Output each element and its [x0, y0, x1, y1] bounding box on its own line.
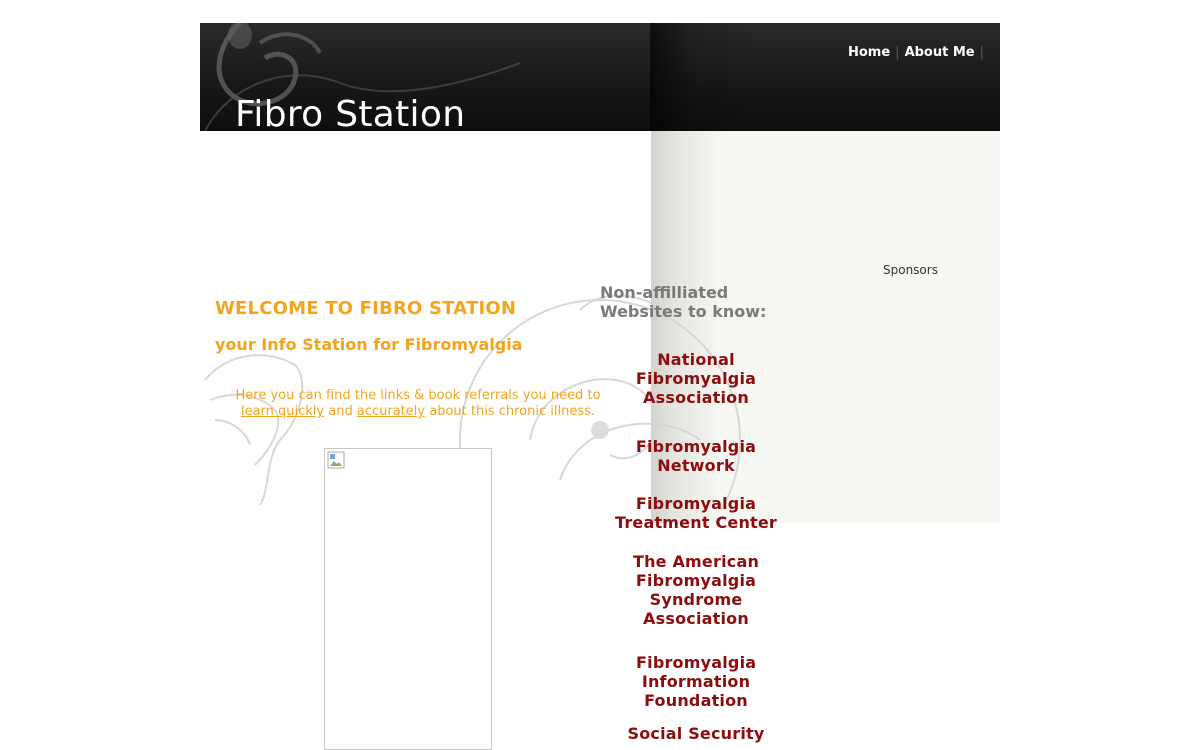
nav-separator: |: [895, 45, 900, 60]
intro-paragraph: Here you can find the links & book refer…: [218, 388, 618, 420]
welcome-heading: WELCOME TO FIBRO STATION: [215, 298, 517, 319]
link-fibromyalgia-network[interactable]: Fibromyalgia Network: [596, 437, 796, 475]
link-american-fibromyalgia-syndrome-association[interactable]: The American Fibromyalgia Syndrome Assoc…: [596, 552, 796, 628]
header-shade: [650, 23, 1000, 131]
page-wrapper: Fibro Station Home | About Me | Sponsors…: [200, 0, 1000, 750]
sponsors-label: Sponsors: [883, 263, 938, 277]
intro-text-mid: and: [328, 404, 353, 419]
intro-text-before: Here you can find the links & book refer…: [235, 388, 601, 403]
broken-image: [324, 448, 492, 750]
links-heading: Non-affilliated Websites to know:: [600, 283, 766, 321]
top-nav: Home | About Me |: [848, 45, 989, 60]
link-fibromyalgia-information-foundation[interactable]: Fibromyalgia Information Foundation: [596, 653, 796, 710]
site-title: Fibro Station: [235, 94, 466, 132]
nav-about-link[interactable]: About Me: [905, 45, 975, 60]
links-heading-line1: Non-affilliated: [600, 283, 729, 302]
tagline: your Info Station for Fibromyalgia: [215, 335, 523, 354]
accurately-link[interactable]: accurately: [357, 404, 425, 419]
learn-quickly-link[interactable]: learn quickly: [241, 404, 324, 419]
site-header: Fibro Station Home | About Me |: [200, 23, 1000, 131]
links-heading-line2: Websites to know:: [600, 302, 767, 321]
link-fibromyalgia-treatment-center[interactable]: Fibromyalgia Treatment Center: [596, 494, 796, 532]
link-national-fibromyalgia-association[interactable]: National Fibromyalgia Association: [596, 350, 796, 407]
nav-home-link[interactable]: Home: [848, 45, 890, 60]
broken-image-icon: [327, 451, 345, 469]
link-social-security[interactable]: Social Security: [596, 724, 796, 743]
intro-text-after: about this chronic illness.: [429, 404, 596, 419]
nav-separator: |: [979, 45, 984, 60]
